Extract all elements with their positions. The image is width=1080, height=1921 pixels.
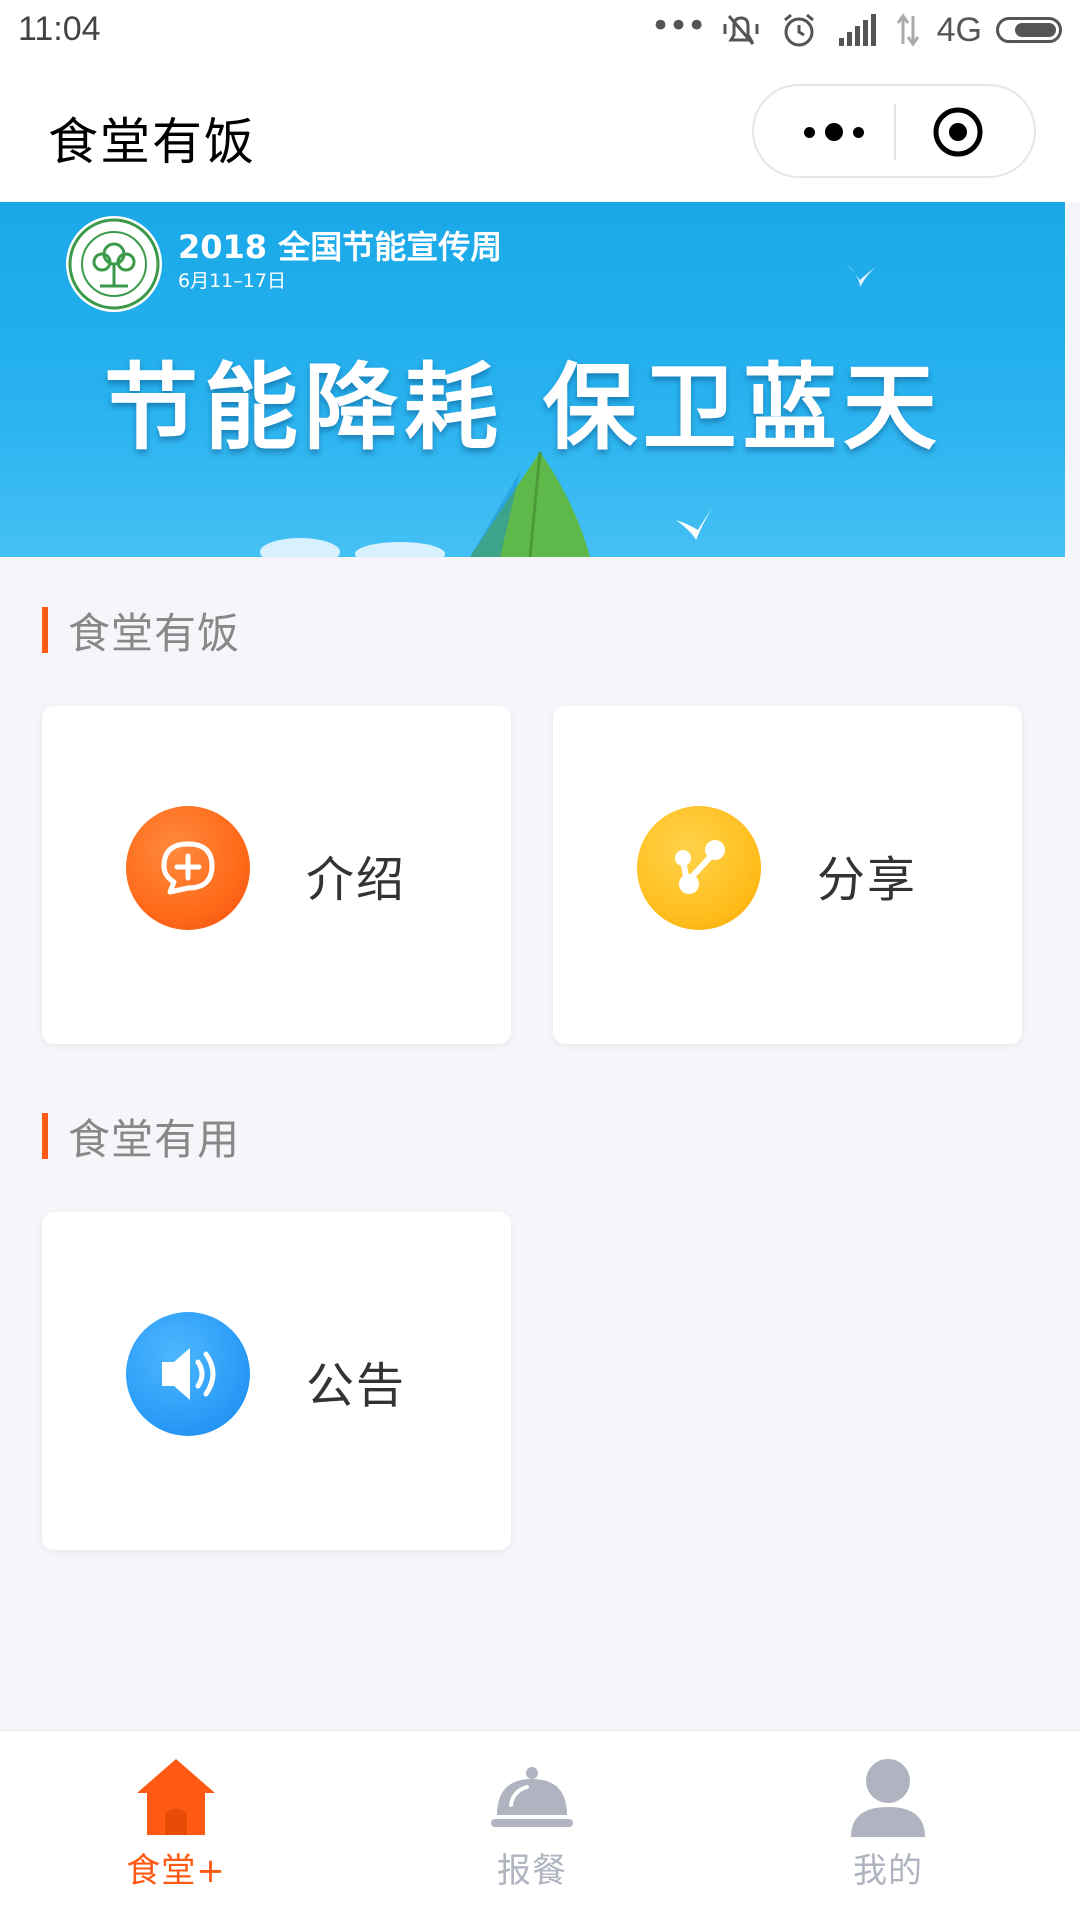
more-dots-icon[interactable] <box>784 100 884 164</box>
target-circle-icon[interactable] <box>930 104 986 160</box>
notifications-muted-icon <box>723 15 759 45</box>
status-icons: ••• 4G <box>650 8 1062 52</box>
battery-level <box>1015 23 1056 37</box>
user-icon <box>851 1759 925 1837</box>
speaker-icon <box>126 1312 250 1436</box>
tab-label: 我的 <box>853 1851 923 1891</box>
card-announcement[interactable]: 公告 <box>42 1212 511 1550</box>
promo-banner[interactable]: 2018 全国节能宣传周 6月11–17日 节能降耗 保卫蓝天 <box>0 202 1065 557</box>
share-icon <box>637 806 761 930</box>
card-label: 分享 <box>817 852 918 908</box>
data-arrows-icon <box>896 13 919 47</box>
status-bar: 11:04 ••• 4G <box>0 0 1080 62</box>
tab-order-meal[interactable]: 报餐 <box>402 1731 662 1921</box>
navigation-bar: 食堂有饭 <box>0 62 1080 202</box>
section-accent-bar <box>42 1113 48 1159</box>
banner-slogan: 节能降耗 保卫蓝天 <box>104 354 943 463</box>
capsule-divider <box>894 104 896 160</box>
page-title: 食堂有饭 <box>48 113 256 171</box>
card-label: 公告 <box>306 1358 407 1414</box>
tab-home[interactable]: 食堂+ <box>46 1731 306 1921</box>
tab-label: 报餐 <box>497 1851 567 1891</box>
tab-mine[interactable]: 我的 <box>758 1731 1018 1921</box>
alarm-icon <box>783 13 814 47</box>
chat-plus-icon <box>126 806 250 930</box>
network-type: 4G <box>936 10 982 49</box>
banner-date: 6月11–17日 <box>178 270 286 292</box>
card-label: 介绍 <box>306 852 407 908</box>
home-icon <box>137 1759 215 1835</box>
energy-week-logo <box>66 216 162 312</box>
section-title: 食堂有用 <box>68 1114 241 1164</box>
tab-label: 食堂+ <box>126 1851 226 1891</box>
signal-icon <box>838 14 876 46</box>
cloche-icon <box>491 1767 573 1827</box>
card-share[interactable]: 分享 <box>553 706 1022 1044</box>
section-header-fan: 食堂有饭 <box>42 606 240 658</box>
section-header-yong: 食堂有用 <box>42 1112 240 1164</box>
battery-icon <box>996 17 1062 43</box>
banner-title: 2018 全国节能宣传周 <box>178 228 503 266</box>
section-title: 食堂有饭 <box>68 608 241 658</box>
tab-bar: 食堂+ 报餐 我的 <box>0 1730 1080 1921</box>
status-time: 11:04 <box>18 10 101 48</box>
miniprogram-capsule <box>752 84 1036 178</box>
card-intro[interactable]: 介绍 <box>42 706 511 1044</box>
section-accent-bar <box>42 607 48 653</box>
more-notifications-icon: ••• <box>650 6 706 46</box>
